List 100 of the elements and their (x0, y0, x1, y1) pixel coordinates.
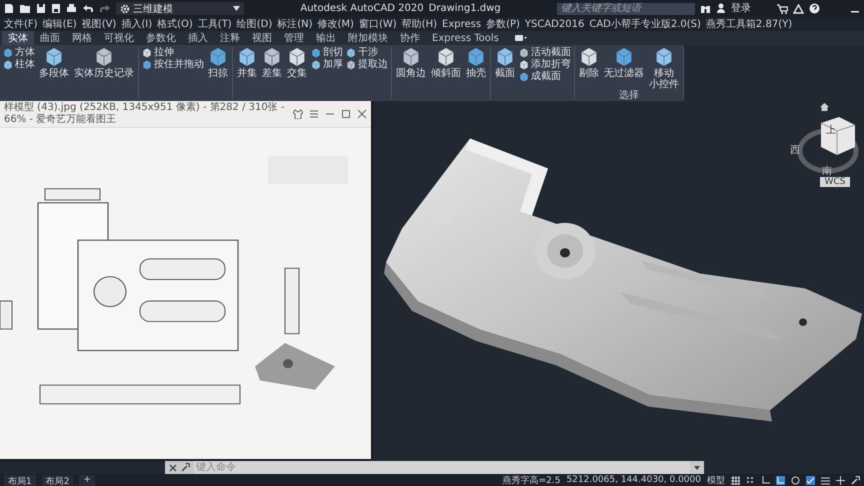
home-icon[interactable] (820, 103, 828, 111)
ribbon-button[interactable]: 拉伸 (142, 47, 204, 58)
wrench-icon[interactable] (181, 463, 190, 472)
ribbon-button[interactable]: 柱体 (3, 59, 35, 70)
menu-item[interactable]: 窗口(W) (358, 17, 397, 31)
ribbon-tab[interactable]: 视图 (246, 31, 278, 45)
undo-icon[interactable] (82, 3, 94, 14)
menu-item[interactable]: Express (442, 18, 482, 30)
ribbon-button[interactable]: 按住并拖动 (142, 59, 204, 70)
cube-icon (582, 48, 596, 66)
menu-item[interactable]: 插入(I) (121, 17, 152, 31)
ucs-menu[interactable]: WCS (820, 177, 850, 187)
menu-item[interactable]: YSCAD2016 (524, 18, 584, 30)
dots-icon[interactable] (746, 476, 755, 484)
ribbon-button[interactable]: 并集 (236, 47, 258, 99)
menu-item[interactable]: 格式(O) (157, 17, 193, 31)
ribbon-button[interactable]: 截面 (494, 47, 516, 99)
save-as-icon[interactable] (51, 3, 61, 14)
ribbon-tab[interactable]: 网格 (66, 31, 98, 45)
command-field[interactable]: 键入命令 (194, 461, 690, 474)
plus-icon[interactable] (836, 476, 845, 484)
ribbon-tab[interactable]: 管理 (278, 31, 310, 45)
workspace-dropdown[interactable]: 三维建模 (116, 2, 244, 15)
cube-icon (4, 48, 12, 57)
coordinates-readout: 5212.0065, 144.4030, 0.0000 (566, 475, 701, 485)
ribbon-button[interactable]: 无过滤器 (603, 47, 645, 90)
redo-icon[interactable] (99, 3, 111, 14)
ribbon-tab[interactable]: 注释 (214, 31, 246, 45)
menu-item[interactable]: 文件(F) (4, 17, 38, 31)
ribbon-button[interactable]: 成截面 (519, 71, 571, 82)
new-file-icon[interactable] (4, 3, 14, 14)
cart-icon[interactable] (777, 4, 788, 14)
polar-icon[interactable] (791, 476, 800, 484)
lines-icon[interactable] (821, 476, 830, 484)
menu-item[interactable]: 参数(P) (486, 17, 520, 31)
menu-item[interactable]: 绘图(D) (236, 17, 272, 31)
ribbon-tab[interactable]: 参数化 (140, 31, 182, 45)
cube-icon (498, 48, 512, 66)
menu-item[interactable]: 视图(V) (82, 17, 116, 31)
ribbon-tab[interactable]: 插入 (182, 31, 214, 45)
ribbon-button[interactable]: 倾斜面 (430, 47, 462, 99)
cube-icon (96, 48, 112, 66)
layout-tab[interactable]: 布局2 (42, 474, 74, 486)
ribbon-tab[interactable]: 曲面 (34, 31, 66, 45)
save-icon[interactable] (36, 3, 46, 14)
menu-item[interactable]: 工具(T) (198, 17, 232, 31)
help-icon[interactable] (809, 3, 820, 14)
maximize-icon[interactable] (341, 109, 351, 119)
caret-icon[interactable] (694, 466, 700, 470)
cube-icon (438, 48, 454, 66)
check-icon[interactable] (806, 476, 815, 484)
ribbon-button[interactable]: 实体历史记录 (73, 47, 135, 99)
ribbon-tab[interactable]: 输出 (310, 31, 342, 45)
ribbon-button[interactable]: 移动 小控件 (648, 47, 680, 90)
print-icon[interactable] (66, 3, 77, 14)
sign-in-link[interactable]: 登录 (731, 2, 751, 16)
panel-toggle-icon[interactable] (514, 34, 527, 42)
ribbon-button[interactable]: 剖切 (311, 47, 343, 58)
add-layout-button[interactable]: + (79, 474, 96, 486)
ribbon-button[interactable]: 提取边 (346, 59, 388, 70)
menu-item[interactable]: CAD小帮手专业版2.0(S) (589, 17, 701, 31)
open-folder-icon[interactable] (19, 3, 31, 14)
ribbon-button[interactable]: 抽壳 (465, 47, 487, 99)
ribbon-button[interactable]: 加厚 (311, 59, 343, 70)
triangle-icon[interactable] (793, 4, 804, 14)
ribbon-tab[interactable]: 附加模块 (342, 31, 394, 45)
binoculars-icon[interactable] (700, 4, 711, 14)
search-field[interactable]: 键入关键字或短语 (557, 2, 695, 14)
ribbon-button[interactable]: 扫掠 (207, 47, 229, 99)
ribbon-button[interactable]: 活动截面 (519, 47, 571, 58)
menu-item[interactable]: 编辑(E) (42, 17, 77, 31)
user-icon[interactable] (716, 3, 726, 14)
corner-icon[interactable] (776, 476, 785, 484)
model-space-button[interactable]: 模型 (707, 474, 725, 486)
ribbon-button[interactable]: 方体 (3, 47, 35, 58)
ribbon-tab[interactable]: 协作 (394, 31, 426, 45)
ribbon-button[interactable]: 圆角边 (395, 47, 427, 99)
ribbon-tab[interactable]: 可视化 (98, 31, 140, 45)
close-icon[interactable] (357, 109, 367, 119)
ortho-icon[interactable] (761, 476, 770, 484)
ribbon-button[interactable]: 剔除 (578, 47, 600, 90)
gear-icon[interactable] (120, 4, 130, 14)
shirt-icon[interactable] (293, 109, 303, 119)
ribbon-button[interactable]: 交集 (286, 47, 308, 99)
layout-tab[interactable]: 布局1 (4, 474, 36, 486)
close-icon[interactable] (169, 464, 177, 472)
ribbon-tab[interactable]: 实体 (2, 31, 34, 45)
menu-item[interactable]: 帮助(H) (402, 17, 437, 31)
grid-icon[interactable] (731, 476, 740, 484)
menu-item[interactable]: 修改(M) (318, 17, 354, 31)
menu-icon[interactable] (309, 109, 319, 119)
menu-item[interactable]: 标注(N) (277, 17, 313, 31)
caret-icon[interactable] (233, 6, 240, 11)
menu-item[interactable]: 燕秀工具箱2.87(Y) (706, 17, 792, 31)
ribbon-button[interactable]: 添加折弯 (519, 59, 571, 70)
cube-icon (210, 48, 226, 66)
ribbon-tab[interactable]: Express Tools (426, 31, 505, 45)
ribbon-button[interactable]: 差集 (261, 47, 283, 99)
ribbon-button[interactable]: 干涉 (346, 47, 388, 58)
ribbon-button[interactable]: 多段体 (38, 47, 70, 99)
